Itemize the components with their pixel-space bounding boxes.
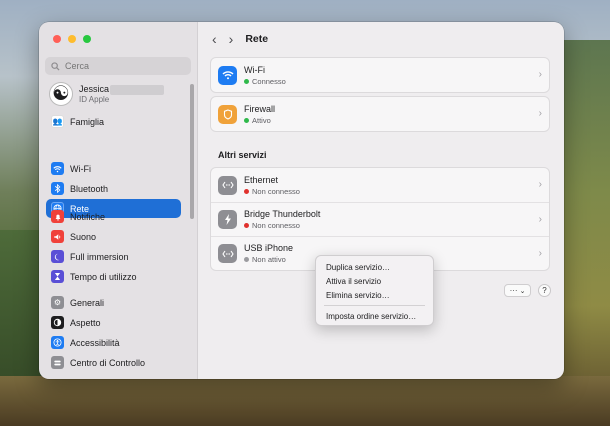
sidebar: ☯ Jessica ID Apple 👥 Famiglia Wi-Fi [39, 22, 198, 379]
chevron-right-icon: › [538, 214, 542, 225]
toolbar: ‹ › Rete [198, 22, 564, 56]
speaker-icon [51, 230, 64, 243]
service-name: Ethernet [244, 174, 279, 185]
status-dot [244, 78, 249, 84]
desktop-ground [0, 376, 610, 426]
service-status: Non connesso [252, 186, 300, 196]
service-name: Bridge Thunderbolt [244, 209, 321, 219]
sidebar-item-label: Generali [70, 297, 105, 308]
user-account[interactable]: ☯ Jessica ID Apple [49, 82, 165, 106]
sidebar-item-label: Centro di Controllo [70, 357, 146, 368]
chevron-right-icon: › [538, 179, 542, 190]
menu-item-duplica-servizio[interactable]: Duplica servizio… [316, 260, 433, 274]
moon-icon [51, 250, 64, 263]
sidebar-item-suono[interactable]: Suono [46, 227, 181, 246]
section-title: Altri servizi [218, 150, 267, 160]
bell-icon [51, 210, 64, 223]
zoom-button[interactable] [83, 35, 91, 43]
chevron-right-icon: › [538, 108, 542, 119]
chevron-right-icon: › [538, 248, 542, 259]
service-row-ethernet[interactable]: Ethernet Non connesso › [211, 168, 549, 202]
sidebar-item-wifi[interactable]: Wi-Fi [46, 159, 181, 178]
close-button[interactable] [53, 35, 61, 43]
help-button[interactable]: ? [538, 284, 551, 297]
sidebar-group-family: 👥 Famiglia [46, 112, 181, 131]
sidebar-item-famiglia[interactable]: 👥 Famiglia [46, 112, 181, 131]
sidebar-scrollbar[interactable] [190, 84, 194, 219]
chevron-down-icon: ⌄ [519, 287, 526, 295]
hourglass-icon [51, 270, 64, 283]
context-menu: Duplica servizio… Attiva il servizio Eli… [315, 255, 434, 326]
desktop-vineyard [560, 40, 610, 420]
redacted-surname [110, 84, 165, 95]
sidebar-item-label: Notifiche [70, 211, 106, 222]
menu-item-elimina-servizio[interactable]: Elimina servizio… [316, 288, 433, 302]
firewall-icon [218, 104, 237, 124]
sidebar-item-label: Famiglia [70, 116, 105, 127]
service-name: USB iPhone [244, 243, 294, 253]
sidebar-item-bluetooth[interactable]: Bluetooth [46, 179, 181, 198]
service-status: Attivo [252, 115, 271, 125]
sidebar-group-notifications: Notifiche Suono Full immersion Tempo di … [46, 207, 181, 286]
ethernet-icon [218, 244, 237, 263]
sidebar-item-accessibilita[interactable]: Accessibilità [46, 333, 181, 352]
ethernet-icon [218, 175, 237, 195]
sidebar-item-generali[interactable]: ⚙ Generali [46, 293, 181, 312]
minimize-button[interactable] [68, 35, 76, 43]
more-icon: ··· [509, 286, 518, 295]
sidebar-item-label: Wi-Fi [70, 163, 91, 174]
search-icon [51, 61, 60, 71]
service-name: Wi-Fi [244, 64, 265, 75]
status-dot [244, 117, 249, 123]
sidebar-item-label: Accessibilità [70, 337, 120, 348]
traffic-lights [53, 35, 91, 43]
service-status: Non attivo [252, 255, 286, 264]
menu-item-imposta-ordine[interactable]: Imposta ordine servizio… [316, 309, 433, 323]
firewall-card: Firewall Attivo › [210, 96, 550, 132]
thunderbolt-icon [218, 210, 237, 229]
user-name: Jessica [79, 84, 110, 95]
sidebar-item-full-immersion[interactable]: Full immersion [46, 247, 181, 266]
sidebar-item-label: Full immersion [70, 251, 129, 262]
user-subtitle: ID Apple [79, 94, 110, 104]
service-row-firewall[interactable]: Firewall Attivo › [211, 97, 549, 131]
sidebar-item-aspetto[interactable]: Aspetto [46, 313, 181, 332]
service-row-bridge-thunderbolt[interactable]: Bridge Thunderbolt Non connesso › [211, 202, 549, 236]
status-dot [244, 257, 249, 262]
search-field[interactable] [45, 57, 191, 75]
accessibility-icon [51, 336, 64, 349]
sidebar-item-label: Bluetooth [70, 183, 109, 194]
appearance-icon [51, 316, 64, 329]
gear-icon: ⚙ [51, 296, 64, 309]
sidebar-item-label: Aspetto [70, 317, 101, 328]
sidebar-item-tempo-di-utilizzo[interactable]: Tempo di utilizzo [46, 267, 181, 286]
search-input[interactable] [65, 61, 175, 71]
sidebar-item-centro-di-controllo[interactable]: Centro di Controllo [46, 353, 181, 372]
more-actions-button[interactable]: ··· ⌄ [504, 284, 531, 297]
wifi-icon [51, 162, 64, 175]
service-row-wifi[interactable]: Wi-Fi Connesso › [211, 58, 549, 92]
page-title: Rete [245, 33, 269, 45]
status-dot [244, 188, 249, 194]
service-status: Connesso [252, 76, 286, 86]
back-chevron-icon[interactable]: ‹ [212, 32, 217, 46]
sidebar-item-label: Tempo di utilizzo [70, 271, 137, 282]
sidebar-group-general: ⚙ Generali Aspetto Accessibilità Centro [46, 293, 181, 372]
forward-chevron-icon[interactable]: › [229, 32, 234, 46]
wifi-card: Wi-Fi Connesso › [210, 57, 550, 93]
bluetooth-icon [51, 182, 64, 195]
service-status: Non connesso [252, 221, 300, 230]
wifi-icon [218, 65, 237, 85]
sidebar-item-label: Suono [70, 231, 97, 242]
control-center-icon [51, 356, 64, 369]
menu-item-attiva-servizio[interactable]: Attiva il servizio [316, 274, 433, 288]
settings-window: ☯ Jessica ID Apple 👥 Famiglia Wi-Fi [39, 22, 564, 379]
sidebar-item-notifiche[interactable]: Notifiche [46, 207, 181, 226]
menu-separator [324, 305, 425, 306]
status-dot [244, 223, 249, 228]
avatar: ☯ [49, 82, 73, 106]
family-icon: 👥 [51, 115, 64, 128]
service-name: Firewall [244, 103, 276, 114]
chevron-right-icon: › [538, 69, 542, 80]
